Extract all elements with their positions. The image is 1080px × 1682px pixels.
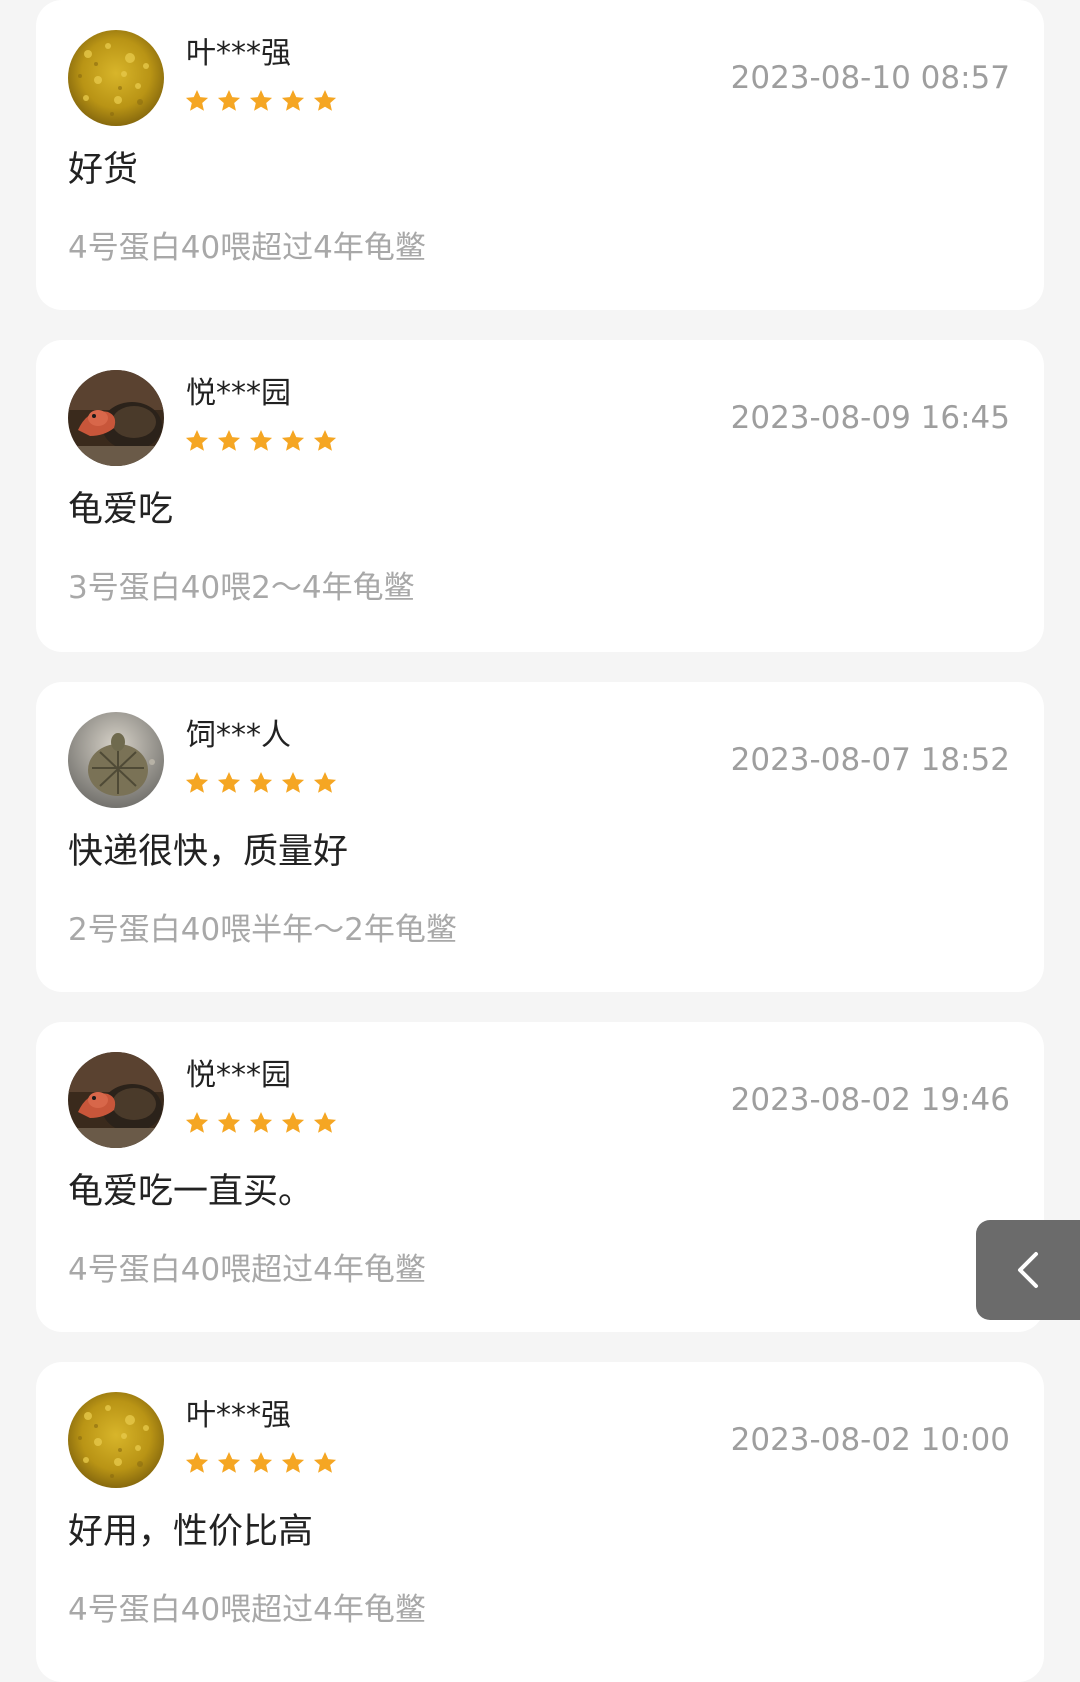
star-icon (249, 771, 273, 793)
star-rating (184, 1450, 338, 1476)
avatar[interactable] (68, 1052, 164, 1148)
star-icon (249, 1111, 273, 1133)
avatar-turtle-image (68, 1052, 164, 1148)
review-comment: 好货 (68, 150, 139, 190)
product-spec: 4号蛋白40喂超过4年龟鳖 (68, 230, 426, 266)
avatar[interactable] (68, 712, 164, 808)
review-card: 悦***园 2023-08-02 19:46 龟爱吃一直买。 4号蛋白40喂超过… (36, 1022, 1044, 1332)
star-rating (184, 1110, 338, 1136)
star-rating (184, 428, 338, 454)
username: 叶***强 (186, 1398, 291, 1433)
star-icon (281, 1111, 305, 1133)
avatar-turtle-image (68, 370, 164, 466)
star-icon (185, 429, 209, 451)
review-comment: 龟爱吃 (68, 490, 174, 530)
star-icon (313, 89, 337, 111)
star-rating (184, 88, 338, 114)
avatar-yellow-flowers-image (68, 1392, 164, 1488)
product-spec: 2号蛋白40喂半年～2年龟鳖 (68, 912, 457, 948)
star-icon (249, 89, 273, 111)
star-icon (281, 429, 305, 451)
star-icon (313, 1111, 337, 1133)
review-card: 叶***强 2023-08-02 10:00 好用，性价比高 4号蛋白40喂超过… (36, 1362, 1044, 1682)
review-timestamp: 2023-08-07 18:52 (730, 742, 1010, 778)
star-icon (185, 1451, 209, 1473)
username: 悦***园 (186, 376, 291, 411)
star-icon (185, 89, 209, 111)
star-icon (313, 1451, 337, 1473)
avatar[interactable] (68, 30, 164, 126)
star-icon (281, 89, 305, 111)
review-timestamp: 2023-08-09 16:45 (730, 400, 1010, 436)
star-icon (185, 771, 209, 793)
avatar[interactable] (68, 1392, 164, 1488)
star-rating (184, 770, 338, 796)
avatar[interactable] (68, 370, 164, 466)
review-card: 悦***园 2023-08-09 16:45 龟爱吃 3号蛋白40喂2～4年龟鳖 (36, 340, 1044, 652)
review-timestamp: 2023-08-02 10:00 (730, 1422, 1010, 1458)
star-icon (249, 429, 273, 451)
star-icon (217, 89, 241, 111)
star-icon (217, 429, 241, 451)
star-icon (217, 1111, 241, 1133)
review-card: 饲***人 2023-08-07 18:52 快递很快，质量好 2号蛋白40喂半… (36, 682, 1044, 992)
review-timestamp: 2023-08-02 19:46 (730, 1082, 1010, 1118)
review-comment: 好用，性价比高 (68, 1512, 314, 1552)
product-spec: 3号蛋白40喂2～4年龟鳖 (68, 570, 415, 606)
product-spec: 4号蛋白40喂超过4年龟鳖 (68, 1252, 426, 1288)
back-button[interactable] (976, 1220, 1080, 1320)
star-icon (217, 771, 241, 793)
review-comment: 快递很快，质量好 (68, 832, 349, 872)
review-comment: 龟爱吃一直买。 (68, 1172, 314, 1212)
avatar-turtle-shell-image (68, 712, 164, 808)
star-icon (217, 1451, 241, 1473)
star-icon (313, 771, 337, 793)
star-icon (185, 1111, 209, 1133)
product-spec: 4号蛋白40喂超过4年龟鳖 (68, 1592, 426, 1628)
avatar-yellow-flowers-image (68, 30, 164, 126)
star-icon (249, 1451, 273, 1473)
review-timestamp: 2023-08-10 08:57 (730, 60, 1010, 96)
star-icon (281, 771, 305, 793)
star-icon (281, 1451, 305, 1473)
review-card: 叶***强 2023-08-10 08:57 好货 4号蛋白40喂超过4年龟鳖 (36, 0, 1044, 310)
username: 悦***园 (186, 1058, 291, 1093)
username: 叶***强 (186, 36, 291, 71)
username: 饲***人 (186, 718, 291, 753)
star-icon (313, 429, 337, 451)
chevron-left-icon (1018, 1252, 1038, 1288)
